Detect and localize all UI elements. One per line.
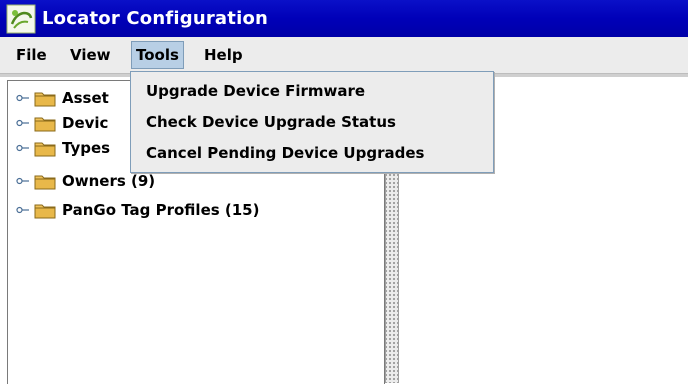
locator-app-icon [6,4,36,33]
menu-item-cancel-pending-upgrades[interactable]: Cancel Pending Device Upgrades [146,138,424,168]
tree-node[interactable]: Asset [8,86,109,110]
folder-icon [34,92,56,107]
title-bar: Locator Configuration [0,0,688,37]
collapsed-key-icon[interactable] [16,205,30,215]
collapsed-key-icon[interactable] [16,93,30,103]
collapsed-key-icon[interactable] [16,143,30,153]
tree-node[interactable]: Types [8,136,110,160]
tree-node-label: Asset [62,89,109,107]
collapsed-key-icon[interactable] [16,176,30,186]
menu-bar: File View Tools Help [0,37,688,74]
menu-item-check-upgrade-status[interactable]: Check Device Upgrade Status [146,107,396,137]
tree-node-label: Devic [62,114,109,132]
menu-help[interactable]: Help [200,42,247,68]
tree-node-label: Types [62,139,111,157]
menu-view[interactable]: View [66,42,115,68]
tree-node[interactable]: Devic [8,111,108,135]
folder-icon [34,204,56,219]
menu-tools[interactable]: Tools [131,41,184,69]
tree-node-label: Owners (9) [62,172,156,190]
tree-node[interactable]: PanGo Tag Profiles (15) [8,198,259,222]
folder-icon [34,175,56,190]
menu-file[interactable]: File [12,42,51,68]
folder-icon [34,117,56,132]
window-title: Locator Configuration [42,8,269,29]
tools-dropdown-menu: Upgrade Device Firmware Check Device Upg… [130,71,494,173]
tree-node-label: PanGo Tag Profiles (15) [62,201,260,219]
folder-icon [34,142,56,157]
collapsed-key-icon[interactable] [16,118,30,128]
menu-item-upgrade-firmware[interactable]: Upgrade Device Firmware [146,76,365,106]
